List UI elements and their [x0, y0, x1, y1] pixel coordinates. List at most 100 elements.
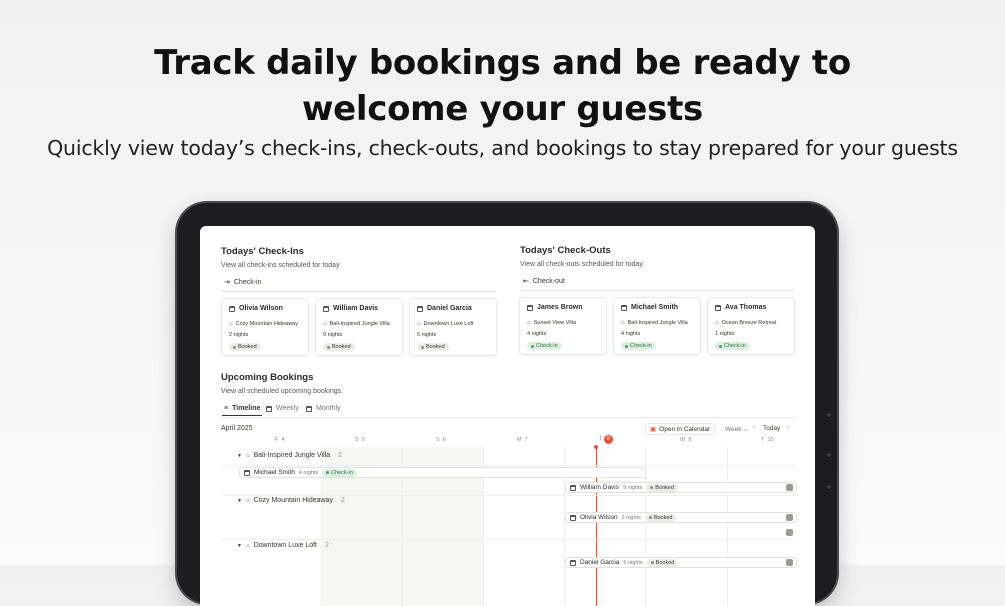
status-badge: Check-in — [527, 342, 562, 350]
today-marker-dot — [594, 445, 598, 449]
caret-down-icon: ▼ — [237, 542, 242, 549]
checkouts-description: View all check-outs scheduled for today. — [520, 261, 645, 268]
tab-timeline[interactable]: ≡ Timeline — [224, 405, 260, 412]
guest-name: Daniel Garcia — [427, 305, 472, 312]
calendar-icon: ▣ — [650, 426, 657, 433]
divider — [221, 417, 796, 418]
nights: 4 nights — [621, 331, 641, 337]
house-icon: ⌂ — [527, 320, 531, 326]
checkouts-view-label: Check-out — [532, 277, 565, 285]
expand-icon[interactable] — [786, 514, 793, 521]
tab-monthly[interactable]: Monthly — [306, 405, 341, 412]
active-tab-underline — [222, 415, 262, 416]
house-icon: ⌂ — [417, 321, 421, 327]
group-header[interactable]: ▼ ⌂ Downtown Luxe Loft 2 — [237, 542, 329, 549]
chevron-down-icon: ⌄ — [741, 426, 749, 433]
checkin-card[interactable]: William Davis ⌂ Bali-Inspired Jungle Vill… — [315, 298, 403, 356]
property-name: Cozy Mountain Hideaway — [235, 321, 298, 327]
expand-icon[interactable] — [786, 529, 793, 536]
day-label: W 9 — [680, 437, 692, 443]
house-icon: ⌂ — [715, 320, 719, 326]
status-badge: Booked — [646, 558, 679, 567]
status-badge: Check-in — [322, 468, 357, 477]
side-button — [827, 485, 831, 489]
day-label: M 7 — [517, 437, 528, 443]
property-name: Downtown Luxe Loft — [423, 321, 474, 327]
hero-title: Track daily bookings and be ready to wel… — [0, 40, 1005, 132]
row-divider — [221, 465, 796, 466]
nights: 9 nights — [323, 332, 343, 338]
status-badge: Check-in — [715, 342, 750, 350]
property-name: Sunset View Villa — [533, 320, 576, 326]
caret-down-icon: ▼ — [237, 452, 242, 459]
open-in-calendar-button[interactable]: ▣ Open in Calendar — [645, 423, 716, 435]
chevron-right-icon[interactable]: › — [787, 424, 789, 431]
row-divider — [221, 495, 796, 496]
checkins-title: Todays' Check-Ins — [221, 246, 304, 257]
house-icon: ⌂ — [323, 321, 327, 327]
hero-subtitle: Quickly view today’s check-ins, check-ou… — [47, 136, 958, 160]
chevron-left-icon[interactable]: ‹ — [753, 424, 755, 431]
calendar-icon — [266, 405, 272, 412]
status-badge: Check-in — [621, 342, 656, 350]
divider — [520, 290, 795, 291]
day-label-today: T 8 — [599, 435, 613, 444]
booking-bar[interactable]: Olivia Wilson 2 nights Booked — [565, 512, 797, 523]
guest-name: Ava Thomas — [725, 304, 767, 311]
upcoming-description: View all scheduled upcoming bookings. — [221, 388, 344, 395]
calendar-icon — [306, 405, 312, 412]
nights: 1 nights — [715, 331, 735, 337]
house-icon: ⌂ — [245, 452, 250, 459]
today-button[interactable]: Today — [763, 425, 780, 432]
checkout-card[interactable]: James Brown ⌂ Sunset View Villa 4 nights … — [519, 297, 607, 355]
guest-name: Olivia Wilson — [239, 305, 283, 312]
tab-weekly[interactable]: Weekly — [266, 405, 299, 412]
property-name: Bali-Inspired Jungle Villa — [627, 320, 688, 326]
side-button — [827, 453, 831, 457]
calendar-icon — [527, 304, 533, 311]
app-screen: Todays' Check-Ins View all check-ins sch… — [200, 226, 815, 606]
checkouts-title: Todays' Check-Outs — [520, 245, 611, 256]
calendar-icon — [621, 304, 627, 311]
hero-title-line-2: welcome your guests — [302, 89, 703, 129]
property-name: Bali-Inspired Jungle Villa — [329, 321, 390, 327]
checkout-card[interactable]: Michael Smith ⌂ Bali-Inspired Jungle Vill… — [613, 297, 701, 355]
upcoming-title: Upcoming Bookings — [221, 372, 314, 383]
house-icon: ⌂ — [229, 321, 233, 327]
range-select[interactable]: Week ⌄ — [725, 425, 749, 433]
checkins-view-tab[interactable]: ⇥ Check-in — [224, 278, 262, 287]
calendar-icon — [229, 305, 235, 312]
row-divider — [221, 539, 796, 540]
day-gridline — [727, 447, 728, 606]
calendar-icon — [417, 305, 423, 312]
door-exit-icon: ⇤ — [523, 278, 529, 285]
group-header[interactable]: ▼ ⌂ Bali-Inspired Jungle Villa 2 — [237, 452, 342, 459]
guest-name: James Brown — [537, 304, 583, 311]
checkins-view-label: Check-in — [233, 278, 262, 286]
caret-down-icon: ▼ — [237, 497, 242, 504]
calendar-icon — [244, 469, 250, 476]
status-badge: Booked — [644, 513, 677, 522]
booking-bar[interactable]: William Davis 9 nights Booked — [565, 482, 797, 493]
checkins-description: View all check-ins scheduled for today. — [221, 262, 341, 269]
checkin-card[interactable]: Daniel Garcia ⌂ Downtown Luxe Loft 5 nigh… — [409, 298, 497, 356]
nights: 5 nights — [417, 332, 437, 338]
month-label: April 2025 — [221, 425, 253, 432]
group-header[interactable]: ▼ ⌂ Cozy Mountain Hideaway 2 — [237, 497, 345, 504]
day-label: T 10 — [761, 437, 774, 443]
guest-name: William Davis — [333, 305, 379, 312]
house-icon: ⌂ — [245, 497, 250, 504]
timeline-icon: ≡ — [224, 405, 229, 412]
booking-bar[interactable]: Michael Smith 4 nights Check-in — [239, 467, 646, 478]
divider — [221, 291, 496, 292]
tablet-device: Todays' Check-Ins View all check-ins sch… — [177, 203, 837, 606]
booking-bar[interactable]: Daniel Garcia 5 nights Booked — [565, 557, 797, 568]
checkouts-view-tab[interactable]: ⇤ Check-out — [523, 277, 565, 286]
expand-icon[interactable] — [786, 484, 793, 491]
day-label: S 6 — [436, 437, 446, 443]
status-badge: Booked — [646, 483, 678, 492]
nights: 4 nights — [527, 331, 547, 337]
side-button — [827, 413, 831, 417]
checkout-card[interactable]: Ava Thomas ⌂ Ocean Breeze Retreat 1 night… — [707, 297, 795, 355]
checkin-card[interactable]: Olivia Wilson ⌂ Cozy Mountain Hideaway 2 … — [221, 298, 309, 356]
